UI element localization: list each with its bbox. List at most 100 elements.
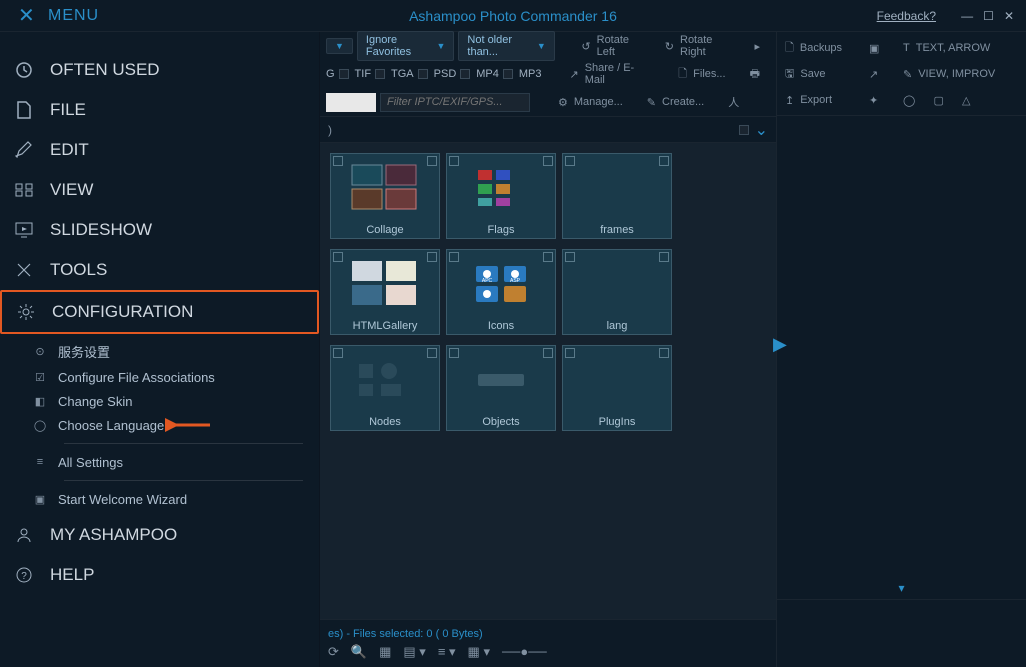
menu-my-ashampoo[interactable]: MY ASHAMPOO: [0, 515, 319, 555]
refresh-icon[interactable]: ⟳: [328, 644, 339, 660]
format-mp3[interactable]: MP3: [519, 68, 542, 80]
folder-frames[interactable]: frames: [562, 153, 672, 239]
config-service-settings[interactable]: ⊙服务设置: [32, 338, 319, 365]
folder-htmlgallery[interactable]: HTMLGallery: [330, 249, 440, 335]
app-title: Ashampoo Photo Commander 16: [409, 8, 617, 24]
select-all-checkbox[interactable]: [739, 125, 749, 135]
menu-help[interactable]: ? HELP: [0, 555, 319, 595]
preview-panel: ▶ ▾: [777, 116, 1026, 599]
monitor-icon: [14, 220, 34, 240]
menu-slideshow[interactable]: SLIDESHOW: [0, 210, 319, 250]
menu-label: MY ASHAMPOO: [50, 525, 177, 545]
print-button[interactable]: 🖶: [740, 63, 770, 86]
menu-tools[interactable]: TOOLS: [0, 250, 319, 290]
folder-flags[interactable]: Flags: [446, 153, 556, 239]
format-tif[interactable]: TIF: [355, 68, 372, 80]
rotate-right-button[interactable]: ↻ Rotate Right: [655, 32, 741, 60]
rotate-left-button[interactable]: ↺ Rotate Left: [571, 32, 650, 60]
svg-text:APC: APC: [482, 278, 493, 284]
menu-configuration[interactable]: CONFIGURATION: [0, 290, 319, 334]
speech-icon: ◯: [32, 417, 48, 433]
menu-label[interactable]: MENU: [48, 7, 99, 25]
share-icon[interactable]: ↗: [869, 68, 899, 81]
export-button[interactable]: ↥ Export: [785, 94, 865, 107]
menu-label: VIEW: [50, 180, 93, 200]
layout-4-icon[interactable]: ▦ ▾: [468, 644, 490, 660]
folder-nodes[interactable]: Nodes: [330, 345, 440, 431]
menu-often-used[interactable]: OFTEN USED: [0, 50, 319, 90]
chevron-down-icon[interactable]: ⌄: [755, 122, 768, 139]
create-button[interactable]: ✎ Create...: [637, 94, 714, 111]
menu-label: SLIDESHOW: [50, 220, 152, 240]
layout-2-icon[interactable]: ▤ ▾: [403, 644, 425, 660]
view-header: ): [328, 123, 332, 137]
chevron-down-icon[interactable]: ▾: [898, 581, 904, 595]
play-button[interactable]: ▸: [744, 38, 770, 55]
layout-1-icon[interactable]: ▦: [379, 644, 391, 660]
folder-collage[interactable]: Collage: [330, 153, 440, 239]
view-improv-button[interactable]: ✎ VIEW, IMPROV: [903, 68, 1023, 81]
close-menu-icon[interactable]: ✕: [18, 3, 35, 28]
path-input[interactable]: [326, 93, 376, 112]
feedback-link[interactable]: Feedback?: [877, 9, 936, 23]
format-g[interactable]: G: [326, 68, 335, 80]
expand-preview-icon[interactable]: ▶: [773, 334, 787, 355]
menu-label: EDIT: [50, 140, 89, 160]
save-button[interactable]: 🖫 Save: [785, 65, 865, 84]
crop-icon[interactable]: ▣: [869, 42, 899, 55]
format-mp4[interactable]: MP4: [476, 68, 499, 80]
menu-label: HELP: [50, 565, 94, 585]
svg-text:?: ?: [21, 571, 27, 582]
folder-icons[interactable]: APCASP Icons: [446, 249, 556, 335]
text-arrow-button[interactable]: T TEXT, ARROW: [903, 42, 1023, 54]
info-panel: [777, 599, 1026, 667]
file-icon: [14, 100, 34, 120]
main-menu-sidebar: OFTEN USED FILE EDIT VIEW SLIDESHOW TOOL…: [0, 32, 320, 667]
triangle-icon[interactable]: △: [962, 94, 970, 107]
menu-edit[interactable]: EDIT: [0, 130, 319, 170]
config-all-settings[interactable]: ≡All Settings: [32, 450, 319, 474]
pdf-button[interactable]: 人: [718, 92, 749, 112]
config-choose-language[interactable]: ◯Choose Language: [32, 413, 319, 437]
zoom-icon[interactable]: 🔍: [351, 644, 367, 660]
menu-file[interactable]: FILE: [0, 90, 319, 130]
config-change-skin[interactable]: ◧Change Skin: [32, 389, 319, 413]
sliders-icon: ≡: [32, 454, 48, 470]
filter-input[interactable]: [380, 93, 530, 112]
folder-plugins[interactable]: PlugIns: [562, 345, 672, 431]
gear-icon: [16, 302, 36, 322]
manage-button[interactable]: ⚙ Manage...: [548, 94, 633, 111]
user-icon: [14, 525, 34, 545]
minimize-button[interactable]: —: [961, 9, 973, 23]
folder-objects[interactable]: Objects: [446, 345, 556, 431]
svg-text:ASP: ASP: [510, 278, 521, 284]
slider-icon[interactable]: ──●──: [502, 644, 547, 659]
circle-icon[interactable]: ◯: [903, 94, 915, 107]
folder-grid: Collage Flags frames HTMLGallery APCASP …: [330, 153, 766, 431]
config-file-associations[interactable]: ☑Configure File Associations: [32, 365, 319, 389]
files-button[interactable]: 🗋 Files...: [668, 63, 735, 86]
not-older-dropdown[interactable]: Not older than... ▼: [458, 31, 554, 61]
format-tga[interactable]: TGA: [391, 68, 414, 80]
folder-lang[interactable]: lang: [562, 249, 672, 335]
layout-3-icon[interactable]: ≡ ▾: [438, 644, 456, 660]
help-icon: ?: [14, 565, 34, 585]
dropdown-1[interactable]: ▼: [326, 38, 353, 54]
square-icon[interactable]: ▢: [933, 94, 943, 107]
backups-button[interactable]: 🗋 Backups: [785, 39, 865, 58]
ignore-favorites-dropdown[interactable]: Ignore Favorites ▼: [357, 31, 454, 61]
star-icon: ▣: [32, 491, 48, 507]
clock-icon: [14, 60, 34, 80]
close-button[interactable]: ✕: [1004, 9, 1014, 23]
config-welcome-wizard[interactable]: ▣Start Welcome Wizard: [32, 487, 319, 511]
share-button[interactable]: ↗ Share / E-Mail: [559, 60, 664, 88]
check-icon: ☑: [32, 369, 48, 385]
format-psd[interactable]: PSD: [434, 68, 457, 80]
grid-icon: [14, 180, 34, 200]
menu-label: TOOLS: [50, 260, 107, 280]
skin-icon: ◧: [32, 393, 48, 409]
menu-label: OFTEN USED: [50, 60, 160, 80]
wand-icon[interactable]: ✦: [869, 94, 899, 107]
maximize-button[interactable]: ☐: [983, 9, 994, 23]
menu-view[interactable]: VIEW: [0, 170, 319, 210]
